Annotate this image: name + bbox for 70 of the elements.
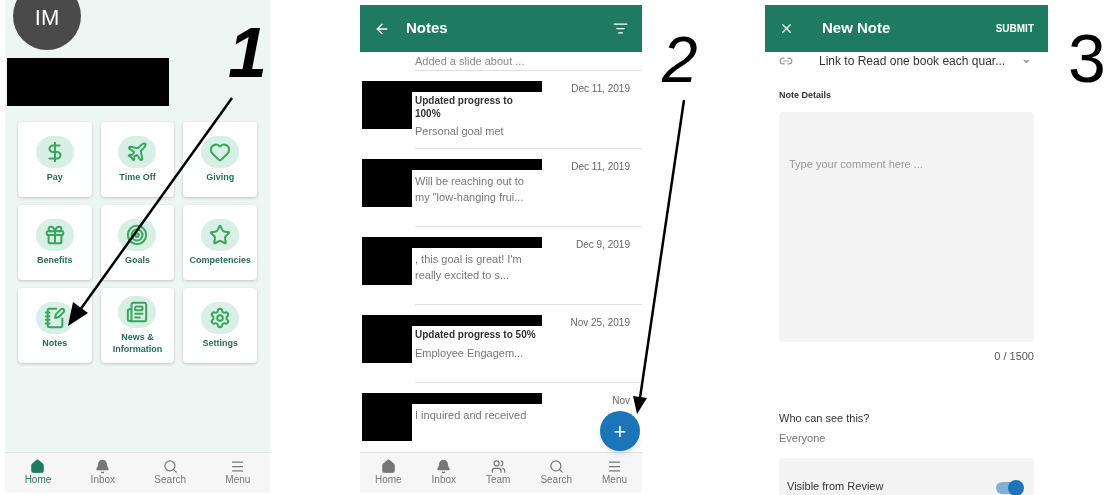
field-label: Note Details <box>779 89 832 102</box>
visibility-value: Everyone <box>779 430 827 446</box>
note-date: Nov 25, 2019 <box>570 316 630 330</box>
note-item[interactable]: , this goal is great! I'm really excited to s... Dec 9, 2019 <box>360 227 642 305</box>
visibility-label: Who can see this? <box>779 411 871 426</box>
app-tile[interactable]: Benefits <box>18 205 92 280</box>
people-icon <box>490 459 506 475</box>
note-date: Nov <box>612 394 630 408</box>
app-tile[interactable]: Settings <box>183 288 257 363</box>
screen-title: Notes <box>406 18 449 39</box>
airplane-icon <box>118 135 157 168</box>
nav-tab[interactable]: Team <box>486 459 511 487</box>
gift-icon <box>35 218 74 251</box>
note-date: Dec 11, 2019 <box>571 82 630 96</box>
search-icon <box>548 459 564 475</box>
app-tile[interactable]: Competencies <box>183 205 257 280</box>
link-icon <box>779 54 793 68</box>
nav-tab[interactable]: Menu <box>602 459 628 487</box>
comment-field[interactable]: Type your comment here ... <box>779 111 1034 342</box>
submit-button[interactable]: SUBMIT <box>995 21 1034 36</box>
note-item[interactable]: Updated progress to 50% Employee Engagem... Nov 25, 2019 <box>360 305 642 383</box>
nav-tab[interactable]: Home <box>24 459 52 487</box>
app-tile[interactable]: Giving <box>183 122 257 197</box>
notepad-icon <box>35 301 74 334</box>
nav-tab[interactable]: Inbox <box>431 459 457 487</box>
newspaper-icon <box>118 296 157 329</box>
toggle-label: Visible from Review <box>787 478 884 494</box>
step-number: 1 <box>228 18 267 88</box>
nav-tab[interactable]: Inbox <box>90 459 116 487</box>
app-tile[interactable]: Pay <box>18 122 92 197</box>
note-update: Updated progress to 100% <box>415 95 514 120</box>
note-preview: , this goal is great! I'm really excited to s... <box>415 252 523 283</box>
close-icon[interactable] <box>779 21 794 36</box>
app-tile[interactable]: Time Off <box>100 122 175 197</box>
menu-icon <box>230 459 246 475</box>
note-preview: Employee Engagem... <box>415 345 525 361</box>
note-preview: I inquired and received <box>415 408 528 423</box>
note-preview: Will be reaching out to my "low-hanging frui... <box>415 174 525 205</box>
dollar-bill-icon <box>35 135 74 168</box>
note-item[interactable]: Will be reaching out to my "low-hanging frui... Dec 11, 2019 <box>360 149 642 227</box>
nav-tab[interactable]: Search <box>154 459 187 487</box>
filter-icon[interactable] <box>613 21 628 36</box>
add-fab[interactable]: + <box>600 411 640 451</box>
toggle-switch[interactable] <box>996 482 1022 494</box>
note-update: Updated progress to 50% <box>415 329 537 342</box>
screen-title: New Note <box>822 18 892 39</box>
search-icon <box>162 459 178 475</box>
target-icon <box>118 218 157 251</box>
home-icon <box>30 459 46 475</box>
home-icon <box>380 459 396 475</box>
character-counter: 0 / 1500 <box>993 348 1034 364</box>
note-date: Dec 11, 2019 <box>571 160 630 174</box>
nav-tab[interactable]: Search <box>540 459 573 487</box>
avatar[interactable]: IM <box>13 0 81 50</box>
link-dropdown[interactable]: Link to Read one book each quar... <box>779 52 1034 70</box>
app-tile[interactable]: Notes <box>18 288 92 363</box>
note-date: Dec 9, 2019 <box>576 238 630 252</box>
app-tile[interactable]: Goals <box>100 205 175 280</box>
app-tile[interactable]: News & Information <box>100 288 175 363</box>
note-preview: Added a slide about ... <box>415 55 525 67</box>
nav-tab[interactable]: Menu <box>225 459 251 487</box>
settings-icon <box>201 301 240 334</box>
note-preview: Personal goal met <box>415 124 505 139</box>
bell-icon <box>95 459 111 475</box>
note-item[interactable]: Updated progress to 100% Personal goal met Dec 11, 2019 <box>360 71 642 149</box>
step-number: 3 <box>1068 24 1106 92</box>
bell-icon <box>436 459 452 475</box>
menu-icon <box>607 459 622 475</box>
step-number: 2 <box>662 28 698 92</box>
nav-tab[interactable]: Home <box>374 459 402 487</box>
